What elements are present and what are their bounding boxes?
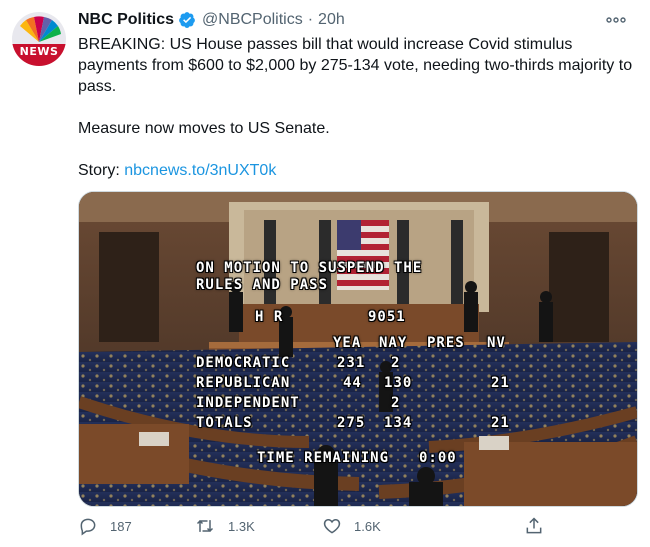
verified-badge-icon — [178, 11, 196, 29]
vote-row-yea: 44 — [343, 375, 362, 391]
time-remaining-value: 0:00 — [419, 450, 457, 466]
vote-row-party: TOTALS — [196, 415, 253, 431]
reply-button[interactable]: 187 — [78, 516, 132, 536]
vote-row-party: INDEPENDENT — [196, 395, 300, 411]
reply-count: 187 — [110, 518, 132, 534]
tweet-header: NBC Politics @NBCPolitics · 20h — [78, 10, 600, 30]
tweet-actions: 187 1.3K 1.6K — [78, 516, 558, 540]
vote-row-nay: 2 — [391, 395, 401, 411]
vote-bill-type: H R — [255, 309, 284, 325]
vote-row-yea: 231 — [337, 355, 366, 371]
tweet-timestamp[interactable]: 20h — [318, 11, 345, 29]
story-link[interactable]: nbcnews.to/3nUXT0k — [124, 162, 276, 179]
vote-row-nv: 21 — [491, 415, 510, 431]
tweet[interactable]: NEWS NBC Politics @NBCPolitics · 20h BRE… — [0, 0, 650, 547]
vote-row-nv: 21 — [491, 375, 510, 391]
tweet-text: BREAKING: US House passes bill that woul… — [78, 34, 638, 181]
vote-header-nv: NV — [487, 335, 506, 351]
vote-header-pres: PRES — [427, 335, 465, 351]
share-icon — [526, 517, 542, 534]
like-button[interactable]: 1.6K — [322, 516, 381, 536]
vote-header-nay: NAY — [379, 335, 408, 351]
tweet-text-paragraph-2: Measure now moves to US Senate. — [78, 120, 330, 137]
tweet-media-image[interactable]: ON MOTION TO SUSPEND THE RULES AND PASS … — [78, 191, 638, 507]
retweet-button[interactable]: 1.3K — [194, 516, 255, 536]
time-remaining-label: TIME REMAINING — [257, 450, 390, 466]
like-icon — [323, 518, 341, 534]
author-name[interactable]: NBC Politics — [78, 11, 174, 29]
vote-row-party: DEMOCRATIC — [196, 355, 291, 371]
author-handle[interactable]: @NBCPolitics — [202, 11, 303, 29]
retweet-icon — [196, 519, 214, 533]
header-separator: · — [307, 11, 314, 28]
vote-row-nay: 130 — [384, 375, 413, 391]
more-options-icon[interactable] — [604, 10, 628, 30]
like-count: 1.6K — [354, 518, 381, 534]
vote-row-yea: 275 — [337, 415, 366, 431]
avatar-news-label: NEWS — [19, 45, 59, 58]
tweet-text-paragraph-3: Story: nbcnews.to/3nUXT0k — [78, 160, 638, 181]
retweet-count: 1.3K — [228, 518, 255, 534]
reply-icon — [80, 518, 96, 536]
vote-bill-number: 9051 — [368, 309, 406, 325]
story-label: Story: — [78, 162, 120, 179]
vote-header-yea: YEA — [333, 335, 362, 351]
tweet-text-paragraph-1: BREAKING: US House passes bill that woul… — [78, 36, 633, 95]
vote-row-nay: 2 — [391, 355, 401, 371]
share-button[interactable] — [524, 516, 556, 536]
vote-motion-line-1: ON MOTION TO SUSPEND THE — [196, 260, 423, 276]
vote-row-nay: 134 — [384, 415, 413, 431]
vote-row-party: REPUBLICAN — [196, 375, 291, 391]
vote-motion-line-2: RULES AND PASS — [196, 277, 329, 293]
avatar[interactable]: NEWS — [12, 12, 66, 66]
